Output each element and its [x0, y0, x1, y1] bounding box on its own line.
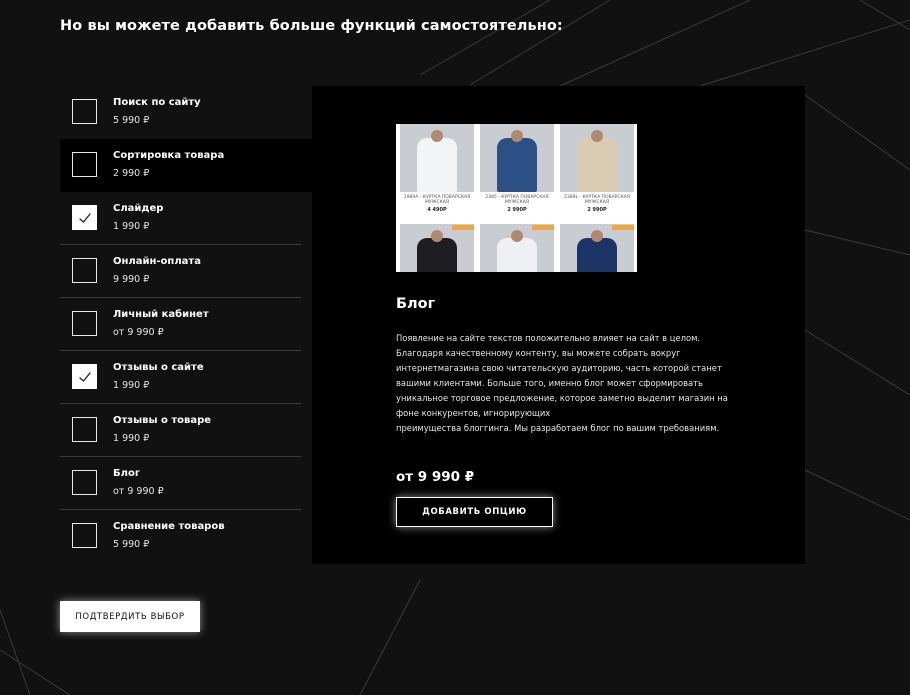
option-title: Отзывы о товаре	[113, 415, 212, 426]
product-price: 2 990Р	[507, 207, 527, 213]
product-photo	[480, 124, 554, 192]
description-line: интернетмагазина свою читательскую аудит…	[396, 363, 722, 373]
checkbox[interactable]	[72, 523, 97, 548]
option-price: 5 990 ₽	[113, 115, 150, 126]
product-photo	[480, 224, 554, 272]
option-price: 1 990 ₽	[113, 433, 150, 444]
option-title: Поиск по сайту	[113, 97, 201, 108]
description-line: Появление на сайте текстов положительно …	[396, 333, 701, 343]
product-photo	[560, 224, 634, 272]
sale-tag	[532, 225, 554, 230]
blog-preview-image: 1989А - КУРТКА ПОВАРСКАЯ МУЖСКАЯ 4 490Р 23…	[396, 124, 637, 272]
option-title: Блог	[396, 296, 436, 312]
sale-tag	[452, 225, 474, 230]
checkbox-checked[interactable]	[72, 364, 97, 389]
option-title: Онлайн-оплата	[113, 256, 201, 267]
product-photo	[400, 124, 474, 192]
product-photo	[400, 224, 474, 272]
option-title: Личный кабинет	[113, 309, 209, 320]
option-price: 9 990 ₽	[113, 274, 150, 285]
option-item[interactable]: Сортировка товара 2 990 ₽	[60, 139, 312, 192]
option-item[interactable]: Поиск по сайту 5 990 ₽	[60, 86, 301, 139]
option-title: Блог	[113, 468, 141, 479]
sale-tag	[612, 225, 634, 230]
add-option-button[interactable]: ДОБАВИТЬ ОПЦИЮ	[396, 497, 553, 527]
checkbox[interactable]	[72, 470, 97, 495]
checkbox[interactable]	[72, 99, 97, 124]
description-line: фоне конкурентов, игнорирующих	[396, 408, 551, 418]
option-item[interactable]: Личный кабинет от 9 990 ₽	[60, 298, 301, 351]
checkbox-checked[interactable]	[72, 205, 97, 230]
product-price: 4 490Р	[427, 207, 447, 213]
option-price: 5 990 ₽	[113, 539, 150, 550]
confirm-selection-button[interactable]: ПОДТВЕРДИТЬ ВЫБОР	[60, 601, 200, 632]
check-icon	[78, 212, 91, 223]
option-item[interactable]: Онлайн-оплата 9 990 ₽	[60, 245, 301, 298]
option-price: 1 990 ₽	[113, 221, 150, 232]
option-item[interactable]: Отзывы о товаре 1 990 ₽	[60, 404, 301, 457]
page-heading: Но вы можете добавить больше функций сам…	[60, 18, 563, 34]
option-title: Слайдер	[113, 203, 164, 214]
options-list: Поиск по сайту 5 990 ₽ Сортировка товара 2 …	[60, 86, 312, 563]
description-line: Благодаря качественному контенту, вы мож…	[396, 348, 681, 358]
option-price: от 9 990 ₽	[113, 327, 164, 338]
description-line: уникальное торговое предложение, которое…	[396, 393, 728, 403]
option-title: Сортировка товара	[113, 150, 225, 161]
option-detail-panel: 1989А - КУРТКА ПОВАРСКАЯ МУЖСКАЯ 4 490Р 23…	[312, 86, 805, 564]
check-icon	[78, 371, 91, 382]
description-line: вашими клиентами. Больше того, именно бл…	[396, 378, 703, 388]
product-photo	[560, 124, 634, 192]
option-title: Сравнение товаров	[113, 521, 225, 532]
option-price: 2 990 ₽	[113, 168, 150, 179]
product-caption: 1989А - КУРТКА ПОВАРСКАЯ МУЖСКАЯ	[403, 195, 471, 205]
checkbox[interactable]	[72, 258, 97, 283]
checkbox[interactable]	[72, 311, 97, 336]
option-title: Отзывы о сайте	[113, 362, 204, 373]
option-price: от 9 990 ₽	[396, 469, 475, 485]
option-description: Появление на сайте текстов положительно …	[396, 331, 728, 436]
option-price: от 9 990 ₽	[113, 486, 164, 497]
option-price: 1 990 ₽	[113, 380, 150, 391]
option-item[interactable]: Сравнение товаров 5 990 ₽	[60, 510, 301, 563]
checkbox[interactable]	[72, 152, 97, 177]
product-caption: 2385 - КУРТКА ПОВАРСКАЯ МУЖСКАЯ	[485, 195, 549, 205]
checkbox[interactable]	[72, 417, 97, 442]
product-price: 2 990Р	[587, 207, 607, 213]
product-caption: 2389L - КУРТКА ПОВАРСКАЯ МУЖСКАЯ	[564, 195, 630, 205]
option-item[interactable]: Слайдер 1 990 ₽	[60, 192, 301, 245]
option-item[interactable]: Отзывы о сайте 1 990 ₽	[60, 351, 301, 404]
description-line: преимущества блоггинга. Мы разработаем б…	[396, 423, 720, 433]
option-item[interactable]: Блог от 9 990 ₽	[60, 457, 301, 510]
